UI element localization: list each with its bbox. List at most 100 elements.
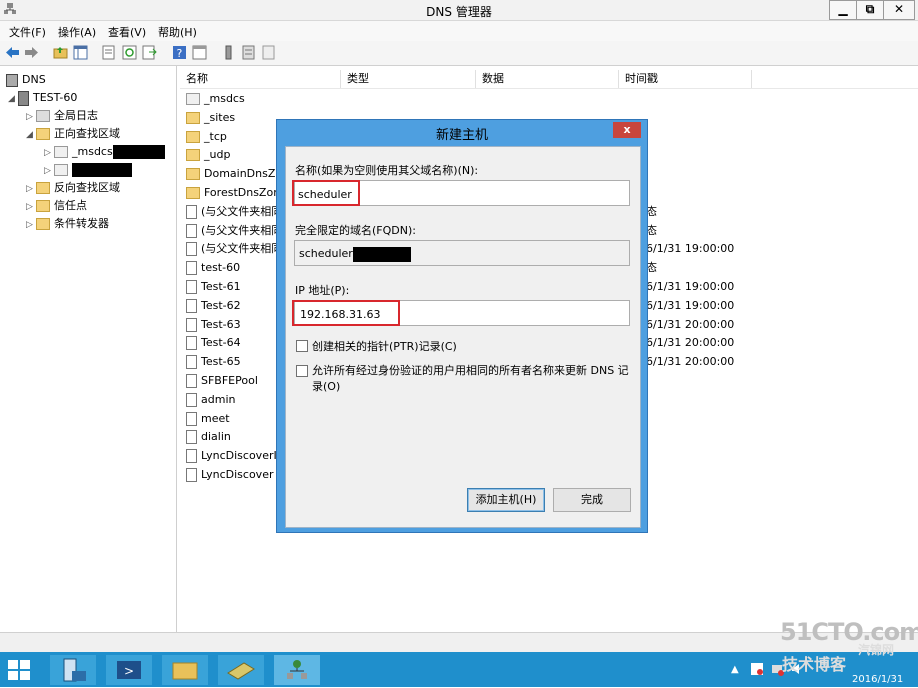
dns-manager-icon[interactable] xyxy=(274,655,320,685)
record-timestamp: 6/1/31 20:00:00 xyxy=(646,336,735,350)
tree-item-label: 正向查找区域 xyxy=(54,127,120,140)
taskbar: > ▲ 2016/1/31 xyxy=(0,652,918,687)
folder-up-icon[interactable] xyxy=(53,45,68,60)
record-icon xyxy=(186,242,197,257)
folder-icon xyxy=(186,168,200,181)
name-label: 名称(如果为空则使用其父域名称)(N): xyxy=(295,164,479,177)
view-icon[interactable] xyxy=(192,45,207,60)
dialog-title: 新建主机 xyxy=(435,128,488,143)
expand-arrow-icon[interactable]: ◢ xyxy=(26,126,36,145)
tree-item-label: TEST-60 xyxy=(33,91,78,104)
help-icon[interactable]: ? xyxy=(172,45,187,60)
log-icon xyxy=(36,110,50,122)
record-icon xyxy=(186,223,197,238)
redaction xyxy=(352,246,411,262)
column-header-data[interactable]: 数据 xyxy=(476,70,619,88)
server-icon xyxy=(18,90,29,106)
forward-arrow-icon[interactable] xyxy=(24,45,39,60)
redaction xyxy=(112,145,165,159)
window-title: DNS 管理器 xyxy=(426,5,492,19)
watermark-51cto: 51CTO.com xyxy=(780,618,918,646)
tree-item-test-60[interactable]: ◢ TEST-60 xyxy=(8,88,77,107)
record-name: Test-63 xyxy=(201,317,241,331)
record-name: Test-62 xyxy=(201,298,241,312)
record-icon xyxy=(186,298,197,313)
record-icon xyxy=(186,392,197,407)
minimize-button[interactable]: ▁ xyxy=(829,0,857,20)
tree-item-label: 条件转发器 xyxy=(54,217,109,230)
menu-file[interactable]: 文件(F) xyxy=(9,24,46,40)
add-host-button[interactable]: 添加主机(H) xyxy=(467,488,545,512)
tree-item-msdcs[interactable]: ▷ _msdcs xyxy=(44,142,165,161)
column-header-name[interactable]: 名称 xyxy=(180,70,341,88)
properties-icon[interactable] xyxy=(101,45,116,60)
server-manager-icon[interactable] xyxy=(50,655,96,685)
svg-text:>: > xyxy=(124,664,134,678)
show-tree-icon[interactable] xyxy=(73,45,88,60)
record-name: Test-65 xyxy=(201,355,241,369)
file-explorer-icon[interactable] xyxy=(162,655,208,685)
folder-icon xyxy=(186,187,200,199)
menu-bar: 文件(F) 操作(A) 查看(V) 帮助(H) xyxy=(0,21,918,41)
record-timestamp: 6/1/31 19:00:00 xyxy=(646,242,735,256)
tree-item-reverse-lookup[interactable]: ▷ 反向查找区域 xyxy=(26,178,120,197)
record-name: SFBFEPool xyxy=(201,374,258,387)
tree-item-label: 信任点 xyxy=(54,199,87,212)
refresh-icon[interactable] xyxy=(122,45,137,60)
record-name: ForestDnsZone xyxy=(204,186,287,199)
folder-icon xyxy=(186,130,200,143)
tree-item-dns[interactable]: DNS xyxy=(6,70,46,89)
list-header: 名称 类型 数据 时间戳 xyxy=(180,68,918,89)
dialog-close-button[interactable]: x xyxy=(613,122,641,138)
watermark-qiyuny: 汽锦网 xyxy=(858,643,895,657)
powershell-icon[interactable]: > xyxy=(106,655,152,685)
column-header-type[interactable]: 类型 xyxy=(341,70,476,88)
export-icon[interactable] xyxy=(142,45,157,60)
tree-item-label: 反向查找区域 xyxy=(54,181,120,194)
allow-update-checkbox[interactable] xyxy=(296,365,308,377)
record-name: Test-64 xyxy=(201,336,241,350)
record-name: _msdcs xyxy=(204,92,245,105)
record-timestamp: 6/1/31 20:00:00 xyxy=(646,355,735,369)
column-header-timestamp[interactable]: 时间戳 xyxy=(619,70,752,88)
record-name: admin xyxy=(201,392,236,406)
folder-icon xyxy=(186,111,200,124)
tree-item-conditional-forwarders[interactable]: ▷ 条件转发器 xyxy=(26,214,109,233)
record-icon xyxy=(186,449,197,464)
svg-text:?: ? xyxy=(177,47,183,60)
expand-arrow-icon[interactable]: ◢ xyxy=(8,90,18,109)
record-icon xyxy=(186,317,197,332)
record-row[interactable]: _msdcs xyxy=(186,89,918,108)
expand-arrow-icon[interactable]: ▷ xyxy=(26,216,36,235)
record-name: test-60 xyxy=(201,261,241,275)
menu-view[interactable]: 查看(V) xyxy=(108,24,146,40)
done-button[interactable]: 完成 xyxy=(553,488,631,512)
back-arrow-icon[interactable] xyxy=(5,45,20,60)
record-name: LyncDiscover xyxy=(201,468,274,481)
tree-item-forward-lookup[interactable]: ◢ 正向查找区域 xyxy=(26,124,120,143)
record-name: meet xyxy=(201,411,230,425)
ptr-label: 创建相关的指针(PTR)记录(C) xyxy=(312,340,457,353)
tree-item-global-log[interactable]: ▷ 全局日志 xyxy=(26,106,98,125)
allow-update-label-2: 录(O) xyxy=(312,380,341,393)
menu-action[interactable]: 操作(A) xyxy=(58,24,96,40)
record-name: _tcp xyxy=(204,129,227,143)
ptr-checkbox[interactable] xyxy=(296,340,308,352)
tray-expand-icon[interactable]: ▲ xyxy=(731,664,739,675)
close-button[interactable]: ✕ xyxy=(883,0,915,20)
record-name: (与父文件夹相同 xyxy=(201,223,283,237)
start-icon[interactable] xyxy=(8,660,30,680)
server-icon[interactable] xyxy=(221,45,236,60)
new-icon[interactable] xyxy=(261,45,276,60)
record-icon xyxy=(186,204,197,219)
action-center-icon[interactable] xyxy=(750,662,764,676)
tree-item-trust-points[interactable]: ▷ 信任点 xyxy=(26,196,87,215)
folder-icon xyxy=(186,149,200,162)
record-icon xyxy=(186,336,197,351)
list-icon[interactable] xyxy=(241,45,256,60)
menu-help[interactable]: 帮助(H) xyxy=(158,24,197,40)
tools-icon[interactable] xyxy=(218,655,264,685)
tree-item-zone[interactable]: ▷ xyxy=(44,160,132,179)
record-name: (与父文件夹相同 xyxy=(201,204,283,218)
restore-button[interactable]: ⧉ xyxy=(856,0,884,20)
